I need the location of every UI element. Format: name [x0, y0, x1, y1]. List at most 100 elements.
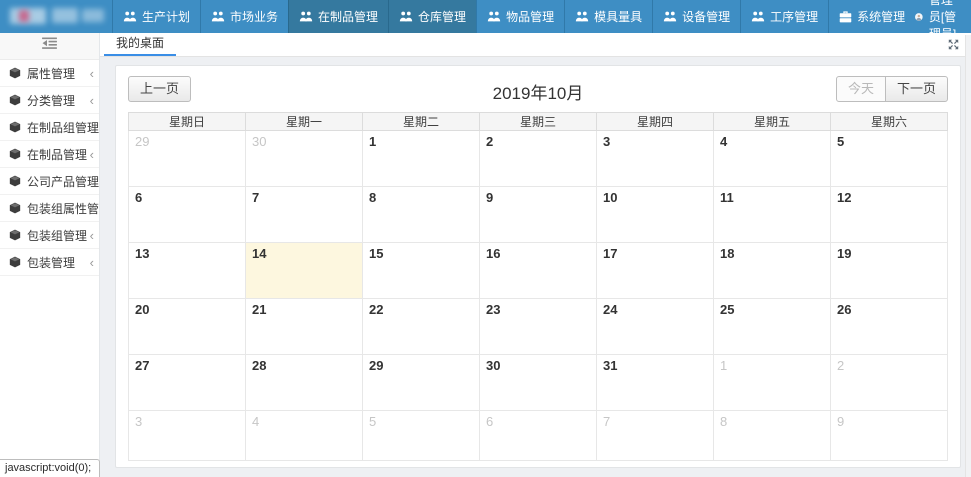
chevron-left-icon: ‹	[90, 256, 94, 269]
nav-item[interactable]: 市场业务	[200, 0, 288, 33]
day-cell[interactable]: 18	[714, 243, 831, 299]
day-cell[interactable]: 11	[714, 187, 831, 243]
weekday-header: 星期四	[597, 113, 714, 131]
briefcase-icon	[839, 11, 852, 23]
today-button[interactable]: 今天	[836, 76, 886, 102]
users-icon	[211, 11, 225, 22]
sidebar-item-label: 包装组管理	[27, 227, 87, 244]
day-cell[interactable]: 2	[831, 355, 948, 411]
day-cell[interactable]: 24	[597, 299, 714, 355]
user-menu[interactable]: 管理员[管理员]	[915, 0, 971, 33]
day-cell[interactable]: 26	[831, 299, 948, 355]
cube-icon	[9, 94, 21, 106]
day-cell[interactable]: 6	[480, 411, 597, 461]
nav-item-label: 生产计划	[142, 8, 190, 25]
brand-logo[interactable]	[0, 0, 112, 33]
day-cell[interactable]: 6	[129, 187, 246, 243]
users-icon	[751, 11, 765, 22]
expand-icon[interactable]	[948, 39, 959, 50]
day-cell[interactable]: 20	[129, 299, 246, 355]
day-cell[interactable]: 23	[480, 299, 597, 355]
day-cell[interactable]: 12	[831, 187, 948, 243]
next-page-button[interactable]: 下一页	[885, 76, 948, 102]
day-cell[interactable]: 8	[714, 411, 831, 461]
day-cell[interactable]: 7	[597, 411, 714, 461]
day-cell[interactable]: 19	[831, 243, 948, 299]
cube-icon	[9, 256, 21, 268]
sidebar-item-label: 包装组属性管理	[27, 200, 99, 217]
sidebar-item[interactable]: 分类管理 ‹	[0, 87, 99, 114]
day-cell[interactable]: 4	[714, 131, 831, 187]
chevron-left-icon: ‹	[90, 67, 94, 80]
day-cell[interactable]: 4	[246, 411, 363, 461]
cube-icon	[9, 67, 21, 79]
sidebar-item[interactable]: 包装组管理‹	[0, 222, 99, 249]
sidebar-item[interactable]: 在制品管理‹	[0, 141, 99, 168]
nav-item-label: 设备管理	[682, 8, 730, 25]
users-icon	[299, 11, 313, 22]
day-cell[interactable]: 25	[714, 299, 831, 355]
nav-item[interactable]: 仓库管理	[388, 0, 476, 33]
sidebar-item-label: 分类管理	[27, 92, 75, 109]
day-cell[interactable]: 17	[597, 243, 714, 299]
day-cell-today[interactable]: 14	[246, 243, 363, 299]
logo-redacted-block	[82, 9, 104, 22]
day-cell[interactable]: 10	[597, 187, 714, 243]
users-icon	[123, 11, 137, 22]
tab-my-desktop[interactable]: 我的桌面	[104, 32, 176, 56]
day-cell[interactable]: 13	[129, 243, 246, 299]
day-cell[interactable]: 5	[831, 131, 948, 187]
chevron-left-icon: ‹	[90, 175, 94, 188]
cube-icon	[9, 229, 21, 241]
nav-item[interactable]: 设备管理	[652, 0, 740, 33]
day-cell[interactable]: 1	[714, 355, 831, 411]
weekday-header: 星期三	[480, 113, 597, 131]
nav-item[interactable]: 生产计划	[112, 0, 200, 33]
day-cell[interactable]: 7	[246, 187, 363, 243]
nav-item[interactable]: 模具量具	[564, 0, 652, 33]
sidebar-item[interactable]: 在制品组管理‹	[0, 114, 99, 141]
sidebar-item-label: 公司产品管理	[27, 173, 99, 190]
day-cell[interactable]: 27	[129, 355, 246, 411]
sidebar-item[interactable]: 属性管理‹	[0, 60, 99, 87]
main-area: 我的桌面 上一页 2019年10月 今天 下一页 星期日星期一星期二星期三星期四…	[100, 33, 971, 477]
day-cell[interactable]: 3	[597, 131, 714, 187]
nav-item[interactable]: 在制品管理	[288, 0, 388, 33]
chevron-left-icon: ‹	[90, 94, 94, 107]
day-cell[interactable]: 29	[129, 131, 246, 187]
day-cell[interactable]: 9	[831, 411, 948, 461]
sidebar-item[interactable]: 包装管理‹	[0, 249, 99, 276]
day-cell[interactable]: 28	[246, 355, 363, 411]
weekday-header: 星期一	[246, 113, 363, 131]
day-cell[interactable]: 21	[246, 299, 363, 355]
day-cell[interactable]: 31	[597, 355, 714, 411]
sidebar-item[interactable]: 公司产品管理‹	[0, 168, 99, 195]
nav-item-label: 仓库管理	[418, 8, 466, 25]
day-cell[interactable]: 22	[363, 299, 480, 355]
calendar-nav-group: 今天 下一页	[836, 76, 948, 102]
tab-bar: 我的桌面	[100, 33, 971, 57]
day-cell[interactable]: 29	[363, 355, 480, 411]
day-cell[interactable]: 1	[363, 131, 480, 187]
calendar-toolbar: 上一页 2019年10月 今天 下一页	[128, 76, 948, 103]
day-cell[interactable]: 30	[480, 355, 597, 411]
day-cell[interactable]: 2	[480, 131, 597, 187]
day-cell[interactable]: 5	[363, 411, 480, 461]
weekday-header: 星期五	[714, 113, 831, 131]
day-cell[interactable]: 9	[480, 187, 597, 243]
sidebar-collapse-button[interactable]	[0, 33, 99, 60]
day-cell[interactable]: 3	[129, 411, 246, 461]
day-cell[interactable]: 16	[480, 243, 597, 299]
nav-item[interactable]: 物品管理	[476, 0, 564, 33]
main-nav: 生产计划市场业务在制品管理 仓库管理物品管理模具量具 设备管理 工序管理系统管理	[112, 0, 915, 33]
vertical-scrollbar[interactable]	[965, 35, 971, 477]
nav-item-label: 工序管理	[770, 8, 818, 25]
sidebar-item[interactable]: 包装组属性管理‹	[0, 195, 99, 222]
day-cell[interactable]: 30	[246, 131, 363, 187]
day-cell[interactable]: 8	[363, 187, 480, 243]
day-cell[interactable]: 15	[363, 243, 480, 299]
nav-item[interactable]: 工序管理	[740, 0, 828, 33]
chevron-left-icon: ‹	[90, 229, 94, 242]
users-icon	[575, 11, 589, 22]
nav-item[interactable]: 系统管理	[828, 0, 915, 33]
